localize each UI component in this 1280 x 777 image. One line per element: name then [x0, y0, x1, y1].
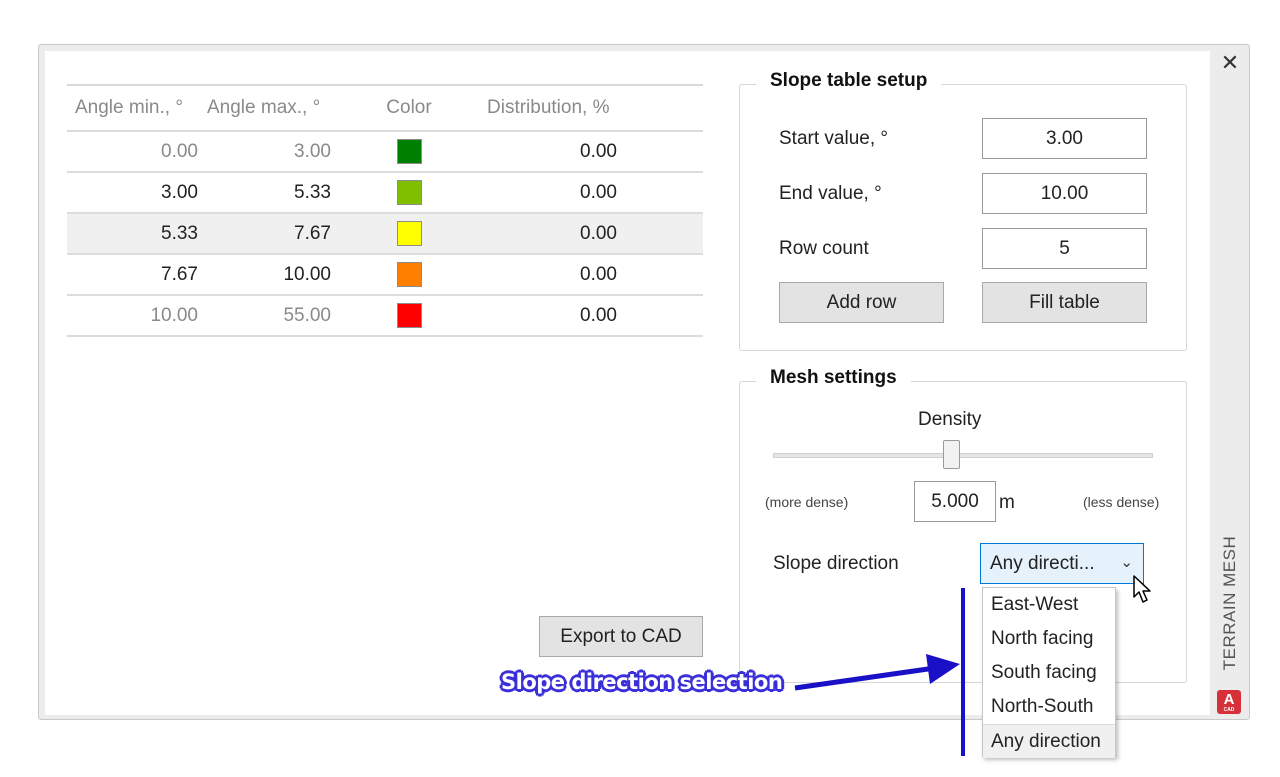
annotation-label: Slope direction selection [501, 670, 783, 694]
annotation-overlay [794, 588, 965, 756]
annotation-arrow-head [926, 654, 960, 684]
annotation-arrow-shaft [794, 665, 936, 691]
